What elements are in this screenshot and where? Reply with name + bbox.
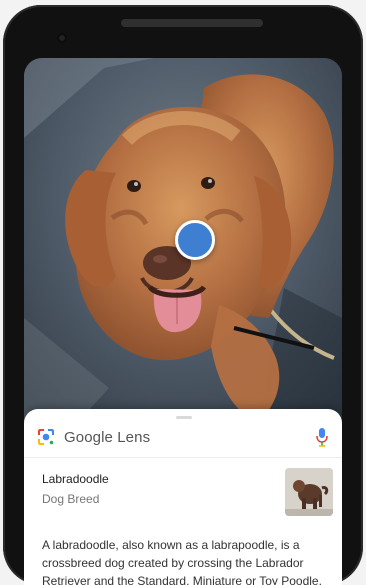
result-subtitle: Dog Breed [42,492,100,506]
result-description: A labradoodle, also known as a labrapood… [42,538,322,585]
sheet-drag-handle[interactable] [176,416,192,419]
labradoodle-thumbnail[interactable] [285,468,333,516]
front-camera [57,33,67,43]
lens-screen: Google Lens Labradoodle Dog Breed A labr… [24,58,342,585]
phone-frame: Google Lens Labradoodle Dog Breed A labr… [3,5,363,585]
google-lens-icon [38,429,54,445]
visual-match-dot[interactable] [175,220,215,260]
header-divider [24,457,342,458]
lens-results-sheet: Google Lens Labradoodle Dog Breed A labr… [24,409,342,585]
result-title[interactable]: Labradoodle [42,472,109,486]
lens-title: Google Lens [64,428,151,446]
lens-header: Google Lens [36,425,330,449]
microphone-icon[interactable] [314,427,330,447]
phone-speaker [121,19,263,27]
